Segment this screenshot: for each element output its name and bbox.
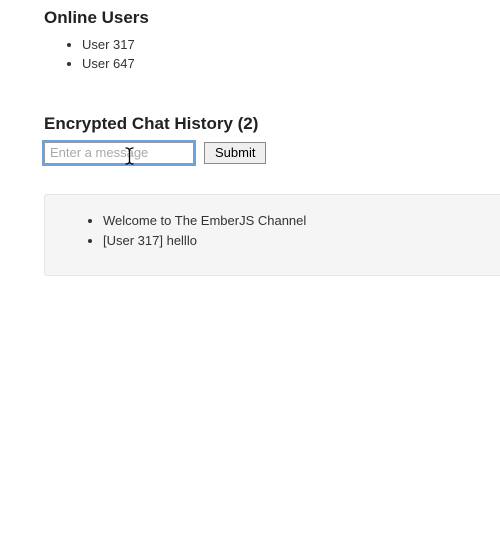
list-item: User 647 [82, 55, 500, 74]
chat-history-section: Encrypted Chat History (2) Submit Welcom… [44, 114, 500, 276]
online-users-section: Online Users User 317 User 647 [44, 8, 500, 74]
list-item: User 317 [82, 36, 500, 55]
message-list: Welcome to The EmberJS Channel [User 317… [45, 211, 500, 251]
message-input[interactable] [44, 142, 194, 164]
message-form: Submit [44, 142, 500, 164]
submit-button[interactable]: Submit [204, 142, 266, 164]
list-item: Welcome to The EmberJS Channel [103, 211, 500, 231]
chat-history-heading: Encrypted Chat History (2) [44, 114, 500, 134]
online-users-heading: Online Users [44, 8, 500, 28]
list-item: [User 317] helllo [103, 231, 500, 251]
message-history-panel: Welcome to The EmberJS Channel [User 317… [44, 194, 500, 276]
online-users-list: User 317 User 647 [44, 36, 500, 74]
